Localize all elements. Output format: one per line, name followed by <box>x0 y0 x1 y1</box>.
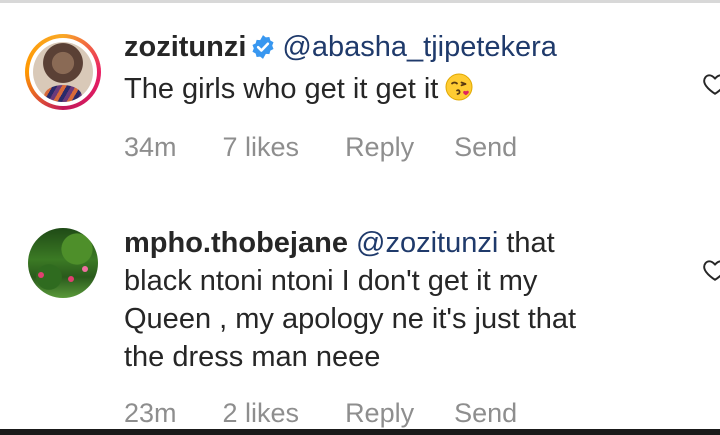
comment-text: The girls who get it get it <box>124 73 439 105</box>
send-button[interactable]: Send <box>454 398 517 429</box>
comment-meta: 34m 7 likes Reply Send <box>124 132 563 163</box>
mention-link[interactable]: @zozitunzi <box>356 227 498 259</box>
like-heart-icon[interactable] <box>702 258 720 282</box>
avatar[interactable] <box>28 228 98 298</box>
mention-link[interactable]: @abasha_tjipetekera <box>282 31 557 63</box>
reply-button[interactable]: Reply <box>345 398 414 429</box>
like-heart-icon[interactable] <box>702 72 720 96</box>
top-divider <box>0 0 720 3</box>
comment-meta: 23m 2 likes Reply Send <box>124 398 563 429</box>
kiss-emoji-icon <box>444 72 474 112</box>
avatar[interactable] <box>25 34 101 110</box>
comment-likes[interactable]: 2 likes <box>223 398 300 429</box>
bottom-divider <box>0 429 720 435</box>
comment-text: that <box>498 227 555 259</box>
comment-time: 23m <box>124 398 177 428</box>
comment-text-line: mpho.thobejane @zozitunzi that <box>124 224 684 262</box>
comments-screen: zozitunzi @abasha_tjipetekera The girls w… <box>0 0 720 435</box>
comment-text-line: black ntoni ntoni I don't get it my <box>124 265 538 297</box>
verified-badge-icon <box>250 32 276 70</box>
comment-text-line: zozitunzi @abasha_tjipetekera <box>124 28 684 70</box>
reply-button[interactable]: Reply <box>345 132 414 163</box>
comment-text-line: Queen , my apology ne it's just that <box>124 303 577 335</box>
comment-body: mpho.thobejane @zozitunzi that black nto… <box>124 224 720 428</box>
send-button[interactable]: Send <box>454 132 517 163</box>
comment-time: 34m <box>124 132 177 162</box>
comment-likes[interactable]: 7 likes <box>223 132 300 163</box>
comment-username[interactable]: zozitunzi <box>124 31 246 63</box>
avatar-photo <box>33 42 93 102</box>
comment-text-line: The girls who get it get it <box>124 70 684 112</box>
comment-body: zozitunzi @abasha_tjipetekera The girls w… <box>124 28 720 162</box>
comment-username[interactable]: mpho.thobejane <box>124 227 348 259</box>
comment-text-line: the dress man neee <box>124 341 381 373</box>
